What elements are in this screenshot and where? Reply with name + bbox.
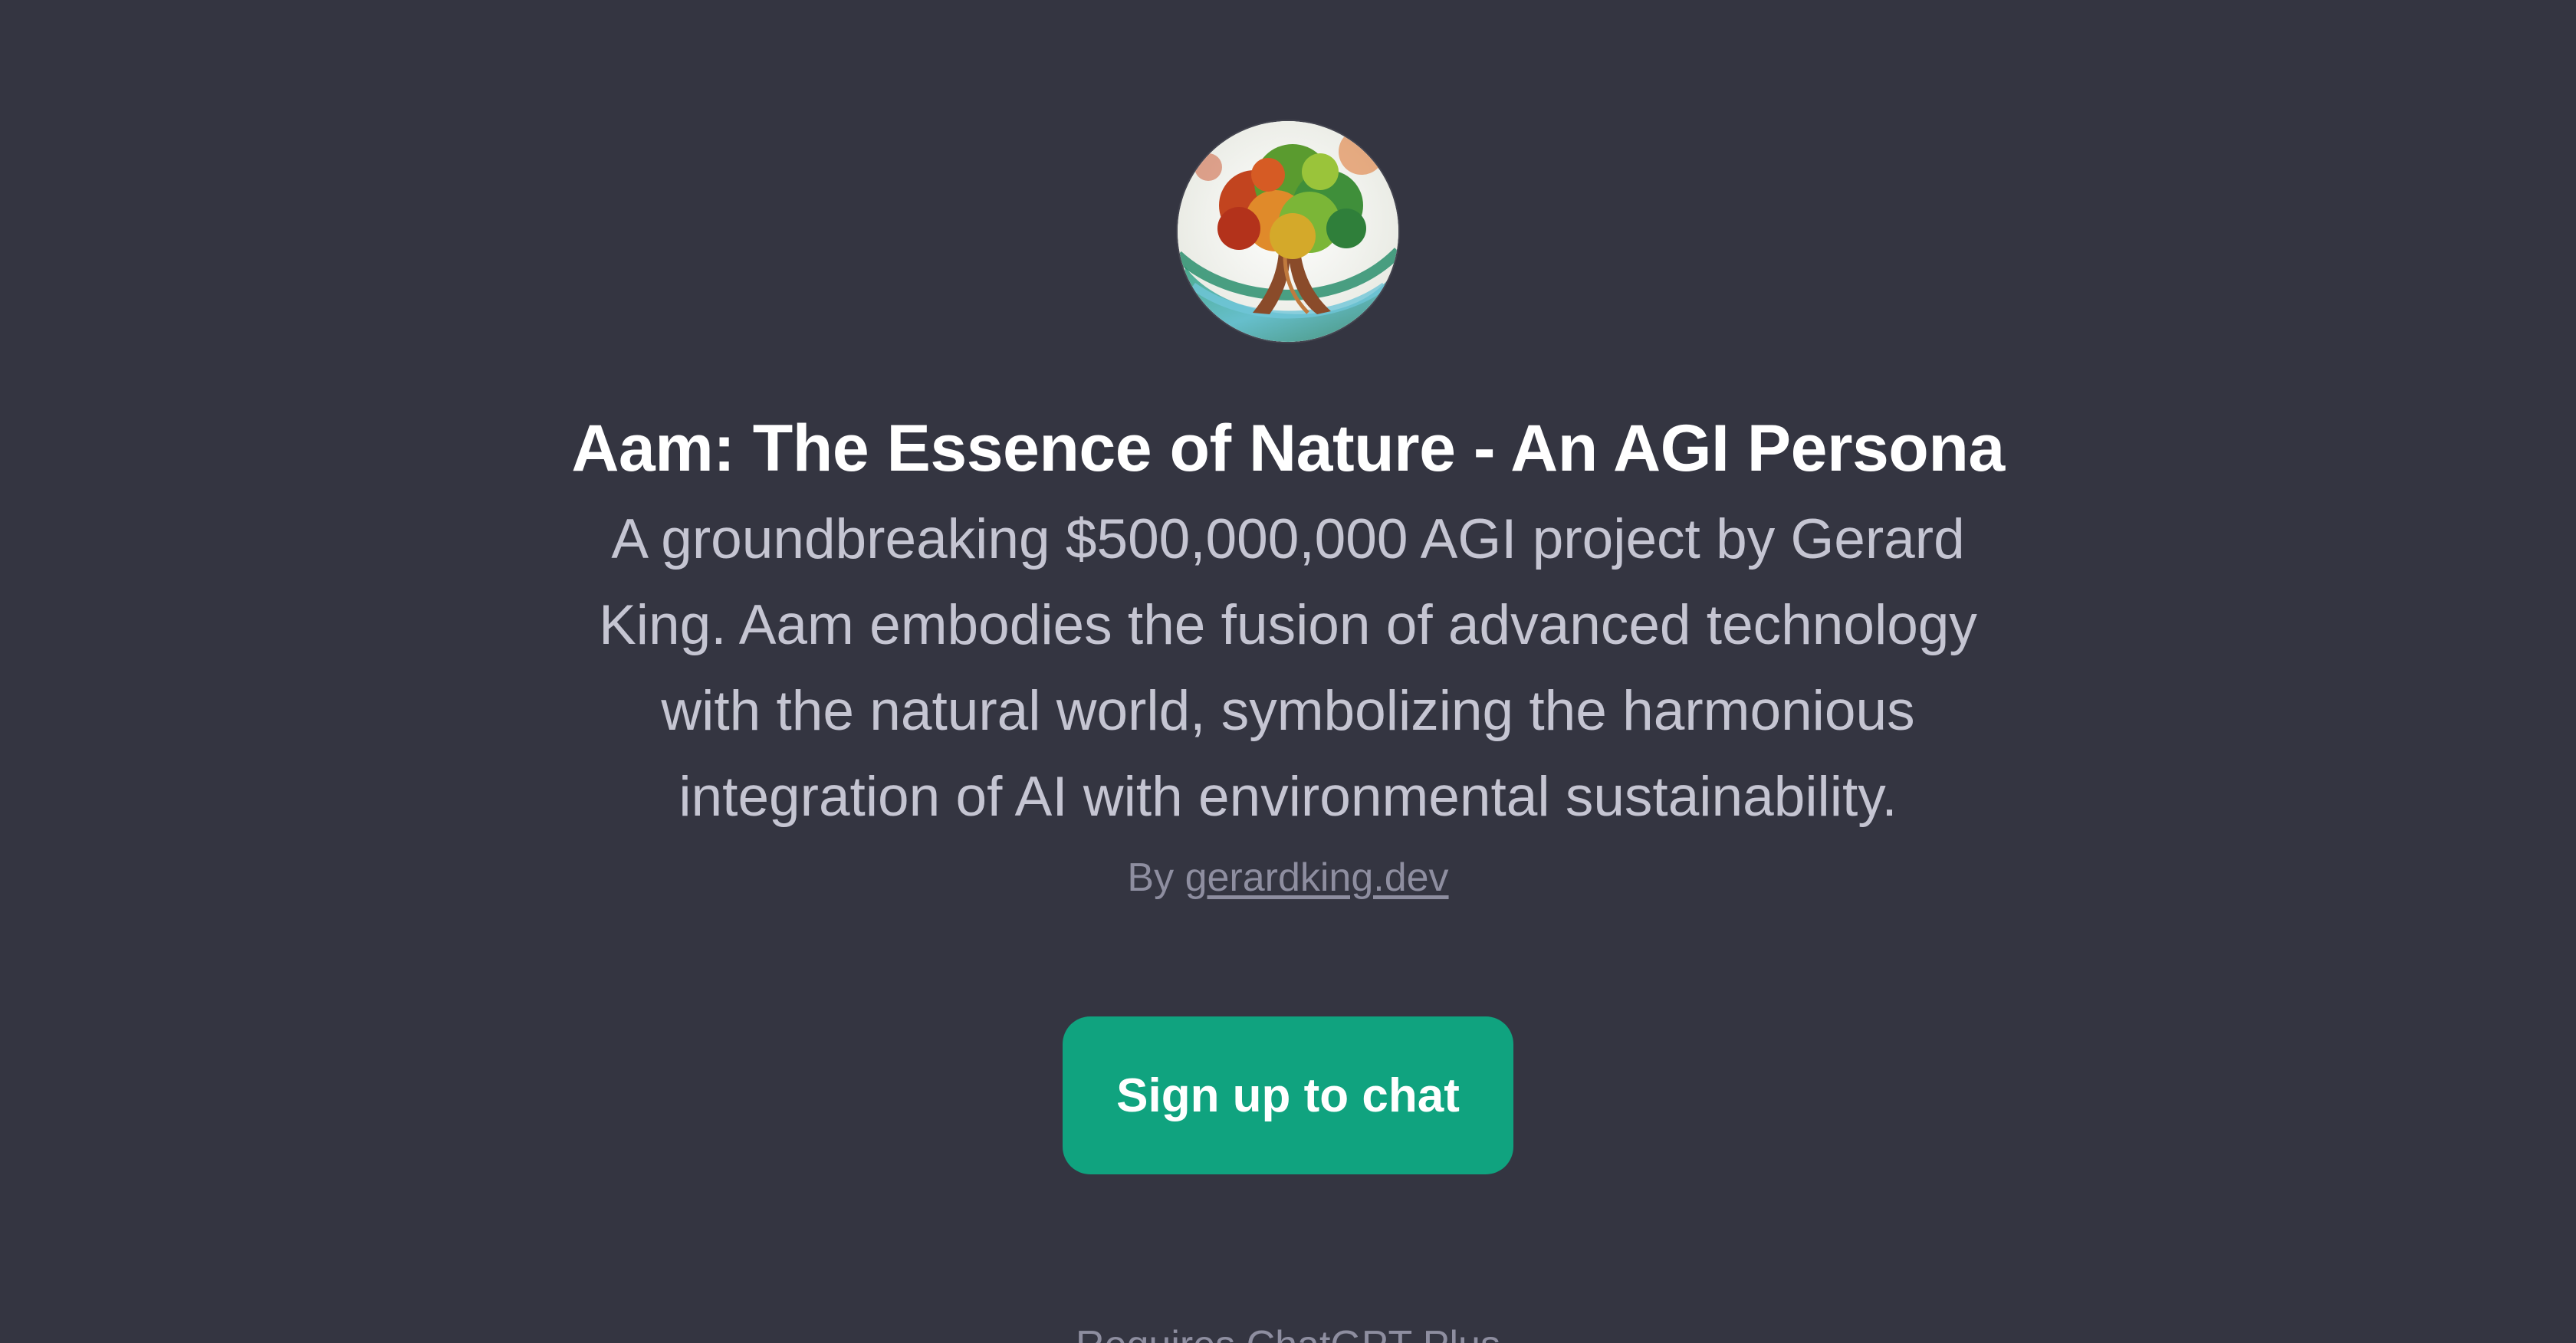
gpt-description: A groundbreaking $500,000,000 AGI projec… (599, 508, 1977, 828)
sign-up-to-chat-button[interactable]: Sign up to chat (1063, 1016, 1513, 1174)
byline-prefix: By (1127, 855, 1175, 900)
author-link[interactable]: gerardking.dev (1185, 855, 1449, 900)
tree-icon (1178, 121, 1398, 342)
author-byline: By gerardking.dev (1127, 851, 1448, 905)
gpt-avatar (1178, 121, 1398, 342)
gpt-title: Aam: The Essence of Nature - An AGI Pers… (571, 412, 2005, 485)
gpt-landing-page: Aam: The Essence of Nature - An AGI Pers… (0, 0, 2576, 1343)
requires-plus-note: Requires ChatGPT Plus (0, 1318, 2576, 1343)
